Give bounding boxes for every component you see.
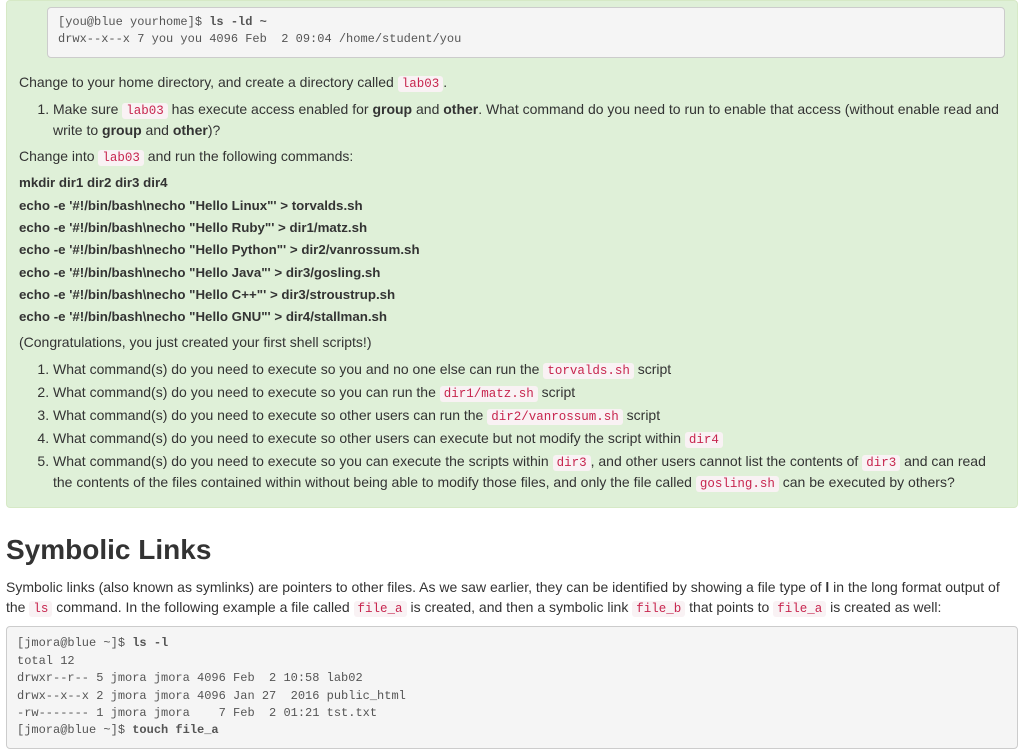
output-line: drwx--x--x 2 jmora jmora 4096 Jan 27 201… [17, 689, 406, 703]
text: . [443, 74, 447, 90]
command-line: echo -e '#!/bin/bash\necho "Hello C++"' … [19, 285, 1005, 304]
text: Symbolic links (also known as symlinks) … [6, 579, 825, 595]
paragraph-change: Change to your home directory, and creat… [19, 72, 1005, 93]
text: and run the following commands: [144, 148, 353, 164]
text: has execute access enabled for [168, 101, 373, 117]
bold-group: group [102, 122, 142, 138]
question-2: What command(s) do you need to execute s… [53, 382, 1005, 403]
text: script [623, 407, 660, 423]
question-5: What command(s) do you need to execute s… [53, 451, 1005, 493]
command-line: echo -e '#!/bin/bash\necho "Hello Ruby"'… [19, 218, 1005, 237]
question-4: What command(s) do you need to execute s… [53, 428, 1005, 449]
section-heading-symbolic-links: Symbolic Links [6, 530, 1024, 571]
question-list-2: What command(s) do you need to execute s… [19, 359, 1005, 494]
text: and [142, 122, 173, 138]
text: What command(s) do you need to execute s… [53, 361, 543, 377]
question-1: Make sure lab03 has execute access enabl… [53, 99, 1005, 140]
text: What command(s) do you need to execute s… [53, 430, 685, 446]
text: What command(s) do you need to execute s… [53, 407, 487, 423]
code-file: dir2/vanrossum.sh [487, 409, 623, 425]
text: )? [208, 122, 220, 138]
code-file: gosling.sh [696, 476, 779, 492]
code-ls: ls [29, 601, 52, 617]
text: What command(s) do you need to execute s… [53, 453, 553, 469]
exercise-panel: [you@blue yourhome]$ ls -ld ~ drwx--x--x… [6, 0, 1018, 508]
code-dir: dir3 [553, 455, 591, 471]
text: is created, and then a symbolic link [407, 599, 633, 615]
terminal-block-top: [you@blue yourhome]$ ls -ld ~ drwx--x--x… [47, 7, 1005, 58]
command-line: echo -e '#!/bin/bash\necho "Hello Python… [19, 240, 1005, 259]
output-line: total 12 [17, 654, 75, 668]
code-dir: dir4 [685, 432, 723, 448]
bold-group: group [372, 101, 412, 117]
text: Make sure [53, 101, 122, 117]
paragraph-into: Change into lab03 and run the following … [19, 146, 1005, 167]
text: , and other users cannot list the conten… [591, 453, 863, 469]
code-dir: dir3 [862, 455, 900, 471]
output-line: -rw------- 1 jmora jmora 7 Feb 2 01:21 t… [17, 706, 377, 720]
command: ls -ld ~ [209, 15, 267, 29]
question-3: What command(s) do you need to execute s… [53, 405, 1005, 426]
code-lab03: lab03 [398, 76, 444, 92]
bold-other: other [173, 122, 208, 138]
text: is created as well: [826, 599, 941, 615]
command-line: mkdir dir1 dir2 dir3 dir4 [19, 173, 1005, 192]
text: Change to your home directory, and creat… [19, 74, 398, 90]
code-file: torvalds.sh [543, 363, 634, 379]
code-file-a: file_a [354, 601, 407, 617]
text: that points to [685, 599, 773, 615]
command-line: echo -e '#!/bin/bash\necho "Hello Linux"… [19, 196, 1005, 215]
text: command. In the following example a file… [52, 599, 353, 615]
question-list-1: Make sure lab03 has execute access enabl… [19, 99, 1005, 140]
code-lab03: lab03 [122, 103, 168, 119]
symlink-paragraph: Symbolic links (also known as symlinks) … [6, 577, 1018, 618]
code-file-b: file_b [632, 601, 685, 617]
text: and [412, 101, 443, 117]
terminal-block-bottom: [jmora@blue ~]$ ls -l total 12 drwxr--r-… [6, 626, 1018, 748]
text: What command(s) do you need to execute s… [53, 384, 440, 400]
question-1: What command(s) do you need to execute s… [53, 359, 1005, 380]
code-file: dir1/matz.sh [440, 386, 538, 402]
prompt: [jmora@blue ~]$ [17, 636, 132, 650]
prompt: [you@blue yourhome]$ [58, 15, 209, 29]
output-line: drwx--x--x 7 you you 4096 Feb 2 09:04 /h… [58, 32, 461, 46]
text: Change into [19, 148, 98, 164]
bold-other: other [443, 101, 478, 117]
text: script [634, 361, 671, 377]
text: can be executed by others? [779, 474, 955, 490]
paragraph-congrats: (Congratulations, you just created your … [19, 332, 1005, 352]
text: script [538, 384, 575, 400]
command-line: echo -e '#!/bin/bash\necho "Hello GNU"' … [19, 307, 1005, 326]
code-file-a: file_a [773, 601, 826, 617]
output-line: drwxr--r-- 5 jmora jmora 4096 Feb 2 10:5… [17, 671, 363, 685]
command: ls -l [132, 636, 168, 650]
code-lab03: lab03 [98, 150, 144, 166]
command: touch file_a [132, 723, 218, 737]
command-line: echo -e '#!/bin/bash\necho "Hello Java"'… [19, 263, 1005, 282]
prompt: [jmora@blue ~]$ [17, 723, 132, 737]
